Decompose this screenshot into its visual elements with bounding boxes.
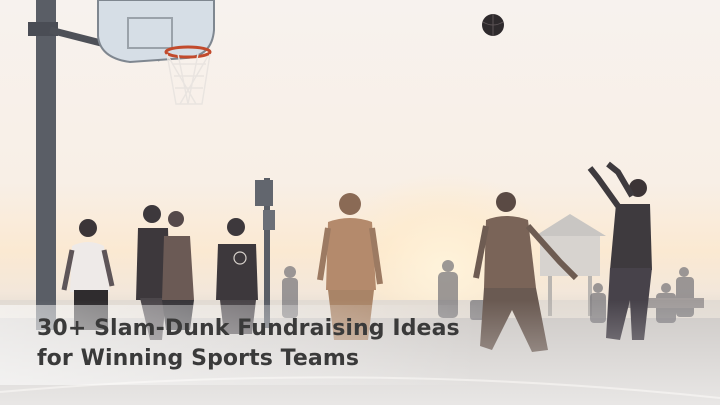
backboard xyxy=(97,0,215,64)
headline: 30+ Slam-Dunk Fundraising Ideas for Winn… xyxy=(37,314,460,374)
headline-line-2: for Winning Sports Teams xyxy=(37,346,360,371)
headline-line-1: 30+ Slam-Dunk Fundraising Ideas xyxy=(37,316,460,341)
hoop-pole xyxy=(36,0,56,330)
hero-image: 30+ Slam-Dunk Fundraising Ideas for Winn… xyxy=(0,0,720,405)
hoop-net xyxy=(166,53,211,105)
